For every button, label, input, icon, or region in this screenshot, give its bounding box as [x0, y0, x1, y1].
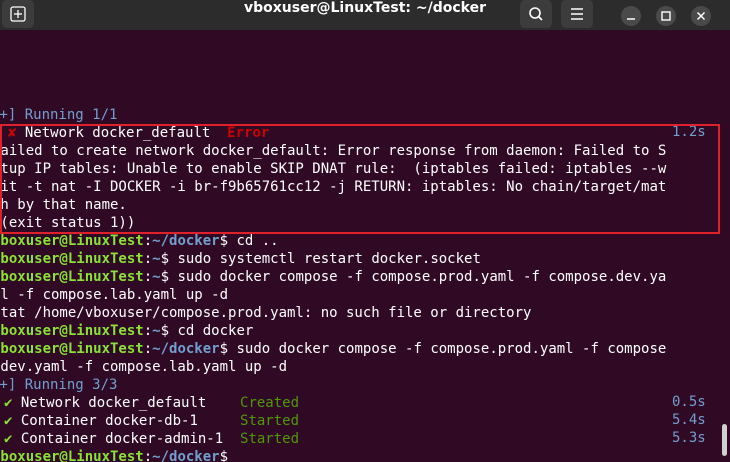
cmd-compose-1-wrap: ml -f compose.lab.yaml up -d	[0, 287, 229, 303]
search-icon	[529, 7, 543, 21]
prompt-line-cd-up: vboxuser@LinuxTest:~/docker$ cd ..	[0, 233, 279, 249]
result-row-network: ✔ Network docker_default Created	[4, 395, 300, 411]
result-state: Created	[240, 395, 300, 411]
result-time: 0.5s	[672, 394, 706, 410]
cmd-cd-up: cd ..	[228, 233, 279, 249]
running-status-success: [+] Running 3/3	[0, 377, 118, 393]
scrollbar-thumb[interactable]	[722, 424, 727, 456]
result-row-admin: ✔ Container docker-admin-1 Started	[4, 431, 300, 447]
cmd-cd-docker: cd docker	[169, 323, 254, 339]
prompt-line-current: vboxuser@LinuxTest:~/docker$	[0, 449, 229, 462]
error-highlight-box	[0, 124, 720, 234]
search-button[interactable]	[520, 0, 552, 28]
close-button[interactable]	[691, 6, 711, 26]
maximize-icon	[661, 11, 671, 21]
title-bar: vboxuser@LinuxTest: ~/docker	[0, 0, 730, 30]
prompt-line-compose-1: vboxuser@LinuxTest:~$ sudo docker compos…	[0, 269, 667, 285]
stat-error-line: stat /home/vboxuser/compose.prod.yaml: n…	[0, 305, 532, 321]
result-state: Started	[240, 413, 300, 429]
minimize-icon	[627, 18, 635, 20]
prompt-line-compose-2: vboxuser@LinuxTest:~/docker$ sudo docker…	[0, 341, 667, 357]
result-state: Started	[240, 431, 300, 447]
cmd-compose-1: sudo docker compose -f compose.prod.yaml…	[169, 269, 667, 285]
hamburger-menu-icon	[571, 8, 583, 20]
close-icon	[696, 11, 706, 21]
result-time: 5.3s	[672, 430, 706, 446]
cmd-restart: sudo systemctl restart docker.socket	[169, 251, 481, 267]
prompt-line-cd-docker: vboxuser@LinuxTest:~$ cd docker	[0, 323, 254, 339]
menu-button[interactable]	[561, 0, 593, 28]
minimize-button[interactable]	[621, 6, 641, 26]
cmd-compose-2-wrap: .dev.yaml -f compose.lab.yaml up -d	[0, 359, 288, 375]
prompt-line-restart: vboxuser@LinuxTest:~$ sudo systemctl res…	[0, 251, 481, 267]
result-time: 5.4s	[672, 412, 706, 428]
running-status-error: [+] Running 1/1	[0, 107, 118, 123]
cmd-compose-2: sudo docker compose -f compose.prod.yaml…	[228, 341, 667, 357]
result-row-db: ✔ Container docker-db-1 Started	[4, 413, 300, 429]
maximize-button[interactable]	[656, 6, 676, 26]
terminal-output[interactable]: [+] Running 1/1 ✘ Network docker_default…	[0, 30, 720, 462]
